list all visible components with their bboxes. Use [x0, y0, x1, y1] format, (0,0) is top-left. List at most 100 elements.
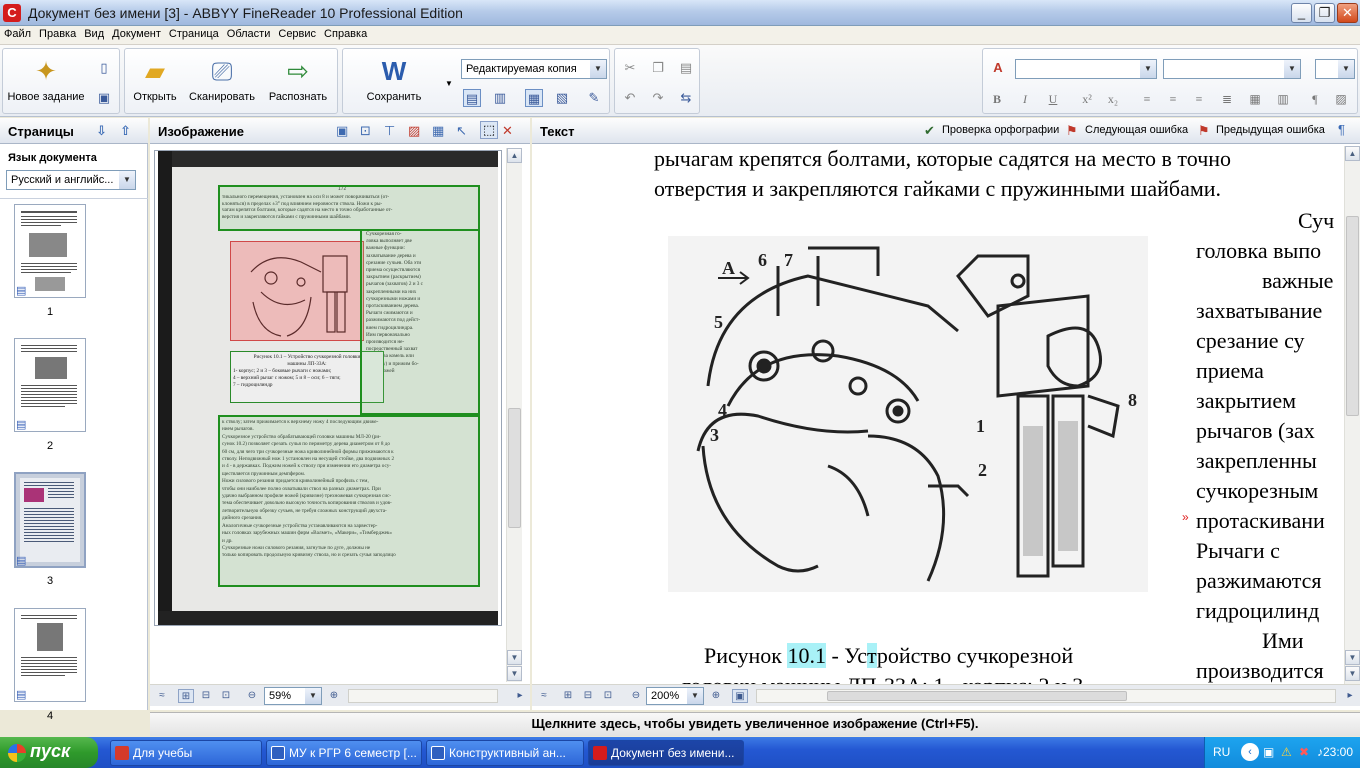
image-zoom-select[interactable]: 59% ▼ [264, 687, 322, 705]
columns-icon[interactable]: ▥ [1273, 89, 1293, 109]
text-horizontal-scrollbar[interactable] [756, 689, 1336, 703]
scan-button[interactable]: ⎚ Сканировать [185, 53, 259, 111]
warning-icon[interactable]: ⚠ [1281, 745, 1292, 759]
save-button[interactable]: W Сохранить [345, 53, 443, 111]
image-view-toggle-icon[interactable]: ▣ [732, 689, 748, 703]
pointer-icon[interactable]: ↖ [456, 123, 467, 139]
h-scroll-thumb[interactable] [827, 691, 1127, 701]
gallery-icon[interactable]: ▣ [95, 89, 113, 107]
text-figure[interactable]: А 6 7 5 4 3 1 2 8 [668, 236, 1148, 592]
picture-area-icon[interactable]: ▨ [408, 123, 420, 139]
language-select[interactable]: Русский и английс... ▼ [6, 170, 136, 190]
collapse-icon[interactable]: ≈ [154, 689, 170, 703]
superscript-icon[interactable]: x² [1077, 89, 1097, 109]
image-horizontal-scrollbar[interactable] [348, 689, 498, 703]
collapse-icon[interactable]: ≈ [536, 689, 552, 703]
minimize-button[interactable]: _ [1291, 3, 1312, 23]
paragraph-marks-icon[interactable]: ¶ [1338, 122, 1345, 137]
zoom-hint-bar[interactable]: Щелкните здесь, чтобы увидеть увеличенно… [150, 712, 1360, 736]
save-dropdown-arrow-icon[interactable]: ▼ [445, 79, 453, 88]
bold-icon[interactable]: B [987, 89, 1007, 109]
scroll-thumb[interactable] [1346, 216, 1359, 416]
font-select[interactable]: ▼ [1163, 59, 1301, 79]
text-vertical-scrollbar[interactable]: ▲ ▼ ▼ [1344, 146, 1360, 684]
analyze-layout-icon[interactable]: ▣ [336, 123, 348, 139]
new-task-button[interactable]: ✦ Новое задание [5, 53, 87, 111]
text-zoom-select[interactable]: 200% ▼ [646, 687, 704, 705]
font-size-select[interactable]: ▼ [1315, 59, 1355, 79]
next-page-icon[interactable]: ▼ [507, 666, 522, 681]
menu-page[interactable]: Страница [165, 26, 223, 45]
layout-plain-text-icon[interactable]: ▧ [553, 89, 571, 107]
zoom-out-icon[interactable]: ⊖ [244, 689, 260, 703]
select-area-icon[interactable]: ⬚ [480, 121, 498, 139]
page-up-icon[interactable]: ⇩ [96, 123, 107, 139]
text-area-bottom[interactable] [218, 415, 480, 587]
save-format-select[interactable]: Редактируемая копия ▼ [461, 59, 607, 79]
next-page-icon[interactable]: ▼ [1345, 666, 1360, 681]
fit-width-icon[interactable]: ⊟ [580, 689, 596, 703]
recognize-button[interactable]: ⇨ Распознать [261, 53, 335, 111]
taskbar-item-finereader[interactable]: Документ без имени... [588, 740, 744, 766]
copy-icon[interactable]: ❐ [649, 59, 667, 77]
align-right-icon[interactable]: ≡ [1189, 89, 1209, 109]
scroll-thumb[interactable] [508, 408, 521, 528]
cut-icon[interactable]: ✂ [621, 59, 639, 77]
network-icon[interactable]: ▣ [1263, 745, 1274, 759]
style-select[interactable]: ▼ [1015, 59, 1157, 79]
zoom-out-icon[interactable]: ⊖ [628, 689, 644, 703]
crop-icon[interactable]: ⊡ [360, 123, 371, 139]
fit-page-icon[interactable]: ⊞ [178, 689, 194, 703]
taskbar-item-word-doc-2[interactable]: Конструктивный ан... [426, 740, 584, 766]
paste-icon[interactable]: ▤ [677, 59, 695, 77]
table-area-icon[interactable]: ▦ [432, 123, 444, 139]
text-document[interactable]: рычагам крепятся болтами, которые садятс… [532, 146, 1344, 684]
paragraph-marks-icon[interactable]: ¶ [1305, 89, 1325, 109]
security-icon[interactable]: ✖ [1299, 745, 1309, 759]
scroll-down-icon[interactable]: ▼ [507, 650, 522, 665]
redo-icon[interactable]: ↷ [649, 89, 667, 107]
menu-help[interactable]: Справка [320, 26, 371, 45]
restore-button[interactable]: ❐ [1314, 3, 1335, 23]
table-icon[interactable]: ▦ [1245, 89, 1265, 109]
align-center-icon[interactable]: ≡ [1163, 89, 1183, 109]
scroll-up-icon[interactable]: ▲ [507, 148, 522, 163]
align-left-icon[interactable]: ≡ [1137, 89, 1157, 109]
menu-edit[interactable]: Правка [35, 26, 80, 45]
close-button[interactable]: ✕ [1337, 3, 1358, 23]
finereader-app-icon[interactable]: C [3, 4, 21, 22]
layout-formatted-text-icon[interactable]: ▦ [525, 89, 543, 107]
tray-expand-icon[interactable]: ‹ [1241, 743, 1259, 761]
menu-document[interactable]: Документ [108, 26, 165, 45]
next-page-icon[interactable]: ▸ [1342, 689, 1358, 703]
menu-areas[interactable]: Области [223, 26, 275, 45]
layout-image-only-icon[interactable]: ▥ [491, 89, 509, 107]
subscript-icon[interactable]: x₂ [1103, 89, 1123, 109]
fit-page-icon[interactable]: ⊞ [560, 689, 576, 703]
open-button[interactable]: ▰ Открыть [127, 53, 183, 111]
fit-width-icon[interactable]: ⊟ [198, 689, 214, 703]
picture-icon[interactable]: ▨ [1331, 89, 1351, 109]
text-area-top[interactable] [218, 185, 480, 231]
page-icon[interactable]: ▯ [95, 59, 113, 77]
replace-icon[interactable]: ⇆ [677, 89, 695, 107]
justify-icon[interactable]: ≣ [1217, 89, 1237, 109]
page-down-icon[interactable]: ⇧ [120, 123, 131, 139]
language-indicator[interactable]: RU [1213, 745, 1230, 759]
prev-error-button[interactable]: Предыдущая ошибка [1216, 124, 1325, 136]
actual-size-icon[interactable]: ⊡ [600, 689, 616, 703]
menu-file[interactable]: Файл [0, 26, 35, 45]
spellcheck-button[interactable]: Проверка орфографии [942, 124, 1059, 136]
menu-view[interactable]: Вид [80, 26, 108, 45]
actual-size-icon[interactable]: ⊡ [218, 689, 234, 703]
underline-icon[interactable]: U [1043, 89, 1063, 109]
taskbar-item-word-doc-1[interactable]: МУ к РГР 6 семестр [... [266, 740, 422, 766]
next-page-icon[interactable]: ▸ [512, 689, 528, 703]
layout-text-under-image-icon[interactable]: ▤ [463, 89, 481, 107]
zoom-in-icon[interactable]: ⊕ [708, 689, 724, 703]
image-vertical-scrollbar[interactable]: ▲ ▼ ▼ [506, 148, 522, 682]
clock[interactable]: 23:00 [1323, 745, 1353, 759]
undo-icon[interactable]: ↶ [621, 89, 639, 107]
scroll-up-icon[interactable]: ▲ [1345, 146, 1360, 161]
menu-tools[interactable]: Сервис [274, 26, 320, 45]
